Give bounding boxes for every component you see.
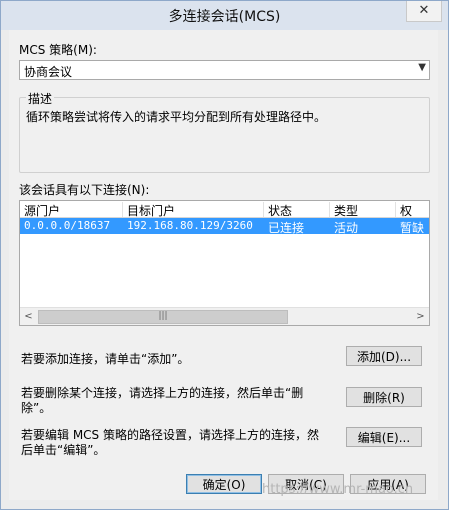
cell-source: 0.0.0.0/18637 [24, 219, 111, 232]
cell-status: 已连接 [268, 221, 305, 235]
connections-list[interactable]: 源门户 目标门户 状态 类型 权 0.0.0.0/18637 192.168.8… [19, 200, 430, 326]
dialog-client-area: MCS 策略(M): 协商会议 ▼ 描述 循环策略尝试将传入的请求平均分配到所有… [9, 30, 438, 500]
mcs-policy-dropdown[interactable]: 协商会议 ▼ [19, 60, 430, 80]
description-text: 循环策略尝试将传入的请求平均分配到所有处理路径中。 [26, 110, 327, 124]
window-title: 多连接会话(MCS) [168, 9, 281, 25]
close-button[interactable]: ✕ [406, 1, 442, 22]
remove-instruction-line2: 除”。 [21, 401, 52, 415]
description-legend: 描述 [26, 90, 55, 107]
cell-weight: 暂缺 [400, 221, 425, 235]
description-group: 描述 循环策略尝试将传入的请求平均分配到所有处理路径中。 [19, 90, 430, 173]
mcs-policy-selected: 协商会议 [24, 65, 73, 79]
edit-button[interactable]: 编辑(E)... [346, 427, 422, 447]
column-header-weight[interactable]: 权 [396, 202, 429, 217]
scroll-left-button[interactable]: < [20, 308, 37, 325]
add-button[interactable]: 添加(D)... [346, 346, 422, 366]
horizontal-scrollbar[interactable]: < ||| > [20, 307, 429, 325]
table-row[interactable]: 0.0.0.0/18637 192.168.80.129/3260 已连接 活动… [20, 218, 429, 235]
connections-label: 该会话具有以下连接(N): [19, 183, 150, 197]
edit-instruction-line2: 后单击“编辑”。 [21, 443, 106, 457]
add-instruction: 若要添加连接，请单击“添加”。 [21, 352, 190, 366]
chevron-down-icon[interactable]: ▼ [418, 62, 426, 73]
ok-button[interactable]: 确定(O) [186, 474, 262, 494]
remove-button[interactable]: 删除(R) [346, 387, 422, 407]
remove-instruction-line1: 若要删除某个连接，请选择上方的连接，然后单击“删 [21, 386, 304, 400]
column-header-target[interactable]: 目标门户 [123, 202, 264, 217]
mcs-dialog: 多连接会话(MCS) ✕ MCS 策略(M): 协商会议 ▼ 描述 循环策略尝试… [0, 0, 449, 510]
watermark-url: https://www.mr-mao.cn [262, 482, 414, 497]
mcs-policy-label: MCS 策略(M): [19, 43, 97, 57]
scroll-right-button[interactable]: > [412, 308, 429, 325]
cell-type: 活动 [334, 221, 359, 235]
connections-list-header: 源门户 目标门户 状态 类型 权 [20, 201, 429, 218]
column-header-type[interactable]: 类型 [330, 202, 396, 217]
title-bar[interactable]: 多连接会话(MCS) ✕ [1, 1, 448, 30]
cell-target: 192.168.80.129/3260 [127, 219, 253, 232]
column-header-source[interactable]: 源门户 [20, 202, 123, 217]
column-header-status[interactable]: 状态 [264, 202, 330, 217]
scrollbar-thumb[interactable]: ||| [38, 310, 288, 324]
